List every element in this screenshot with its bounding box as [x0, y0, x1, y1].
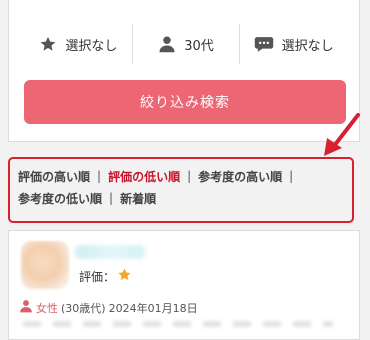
sort-helpful-low[interactable]: 参考度の低い順 [18, 190, 102, 207]
age-filter[interactable]: 30代 [131, 24, 240, 64]
speech-bubble-icon [254, 35, 274, 53]
filter-row: 選択なし 30代 選択なし [25, 24, 347, 64]
review-rating: 評価： [79, 267, 132, 285]
rating-filter[interactable]: 選択なし [25, 24, 132, 64]
filter-panel: 選択なし 30代 選択なし 絞り込み検索 [8, 0, 360, 142]
review-text-blurred [23, 321, 333, 327]
sort-line-1: 評価の高い順 | 評価の低い順 | 参考度の高い順 | [18, 165, 352, 187]
annotation-arrow-icon [324, 113, 360, 156]
reviewer-age: (30歳代) [61, 301, 106, 315]
star-icon [39, 35, 57, 53]
reviewer-meta: 女性 (30歳代) 2024年01月18日 [19, 299, 198, 316]
sort-rating-high[interactable]: 評価の高い順 [18, 168, 90, 185]
sort-separator: | [289, 169, 294, 183]
sort-separator: | [109, 191, 114, 205]
rating-filter-value: 選択なし [65, 38, 118, 54]
sort-options: 評価の高い順 | 評価の低い順 | 参考度の高い順 | 参考度の低い順 | 新着… [8, 157, 354, 223]
person-icon [19, 299, 33, 316]
review-date: 2024年01月18日 [108, 301, 198, 315]
comment-filter-value: 選択なし [281, 38, 334, 54]
sort-newest[interactable]: 新着順 [120, 190, 156, 207]
sort-helpful-high[interactable]: 参考度の高い順 [198, 168, 282, 185]
sort-separator: | [97, 169, 102, 183]
sort-separator: | [187, 169, 192, 183]
sort-rating-low[interactable]: 評価の低い順 [108, 168, 180, 185]
reviewer-name-blurred [75, 245, 145, 259]
sort-line-2: 参考度の低い順 | 新着順 [18, 187, 352, 209]
review-card: 評価： 女性 (30歳代) 2024年01月18日 [8, 230, 360, 340]
reviewer-gender: 女性 [36, 301, 58, 315]
rating-label: 評価： [79, 269, 116, 284]
comment-filter[interactable]: 選択なし [239, 24, 347, 64]
person-icon [158, 35, 176, 53]
search-button[interactable]: 絞り込み検索 [24, 80, 346, 124]
star-icon [117, 267, 132, 285]
avatar [21, 241, 69, 289]
age-filter-value: 30代 [184, 38, 214, 54]
